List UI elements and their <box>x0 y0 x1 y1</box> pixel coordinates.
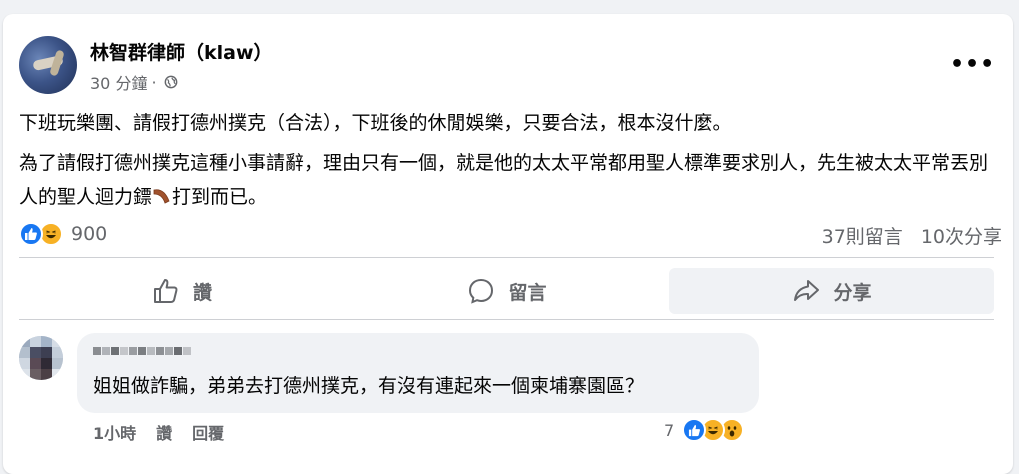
like-icon <box>19 222 43 246</box>
thumbs-up-icon <box>153 279 178 303</box>
share-button-label: 分享 <box>833 281 872 304</box>
comment-text: 姐姐做詐騙，弟弟去打德州撲克，有沒有連起來一個柬埔寨園區？ <box>93 375 645 397</box>
comment-button[interactable]: 留言 <box>344 268 669 314</box>
author-avatar[interactable] <box>19 36 77 94</box>
like-button[interactable]: 讚 <box>19 268 344 314</box>
post-paragraph-2-text-b: 打到而已。 <box>172 186 268 208</box>
comment-time[interactable]: 1小時 <box>93 420 136 444</box>
divider-top <box>19 257 994 258</box>
globe-icon[interactable] <box>164 75 178 89</box>
like-button-label: 讚 <box>192 281 212 304</box>
comment-actions: 1小時 讚 回覆 <box>93 420 224 444</box>
comment-bubble: 姐姐做詐騙，弟弟去打德州撲克，有沒有連起來一個柬埔寨園區？ <box>77 333 759 413</box>
reaction-count: 900 <box>71 223 108 245</box>
divider-bottom <box>19 319 994 320</box>
boomerang-icon <box>153 189 170 204</box>
comment-reactions[interactable]: 7 <box>664 418 745 442</box>
shares-count-link[interactable]: 10次分享 <box>921 222 1002 249</box>
like-icon <box>682 418 707 442</box>
comment-like-button[interactable]: 讚 <box>156 420 172 444</box>
more-options-icon[interactable]: ••• <box>950 52 995 77</box>
post-reactions[interactable]: 900 <box>19 222 107 246</box>
comment-button-label: 留言 <box>508 281 547 304</box>
share-arrow-icon <box>794 280 820 301</box>
commenter-name-redacted[interactable] <box>93 347 191 355</box>
comment-bubble-icon <box>469 278 494 304</box>
comment-reaction-count: 7 <box>664 420 675 440</box>
post-paragraph-2: 為了請假打德州撲克這種小事請辭，理由只有一個，就是他的太太平常都用聖人標準要求別… <box>19 146 1004 214</box>
author-name[interactable]: 林智群律師（klaw） <box>90 38 273 65</box>
comments-count-link[interactable]: 37則留言 <box>822 222 903 249</box>
meta-separator: · <box>151 72 157 92</box>
share-button[interactable]: 分享 <box>669 268 994 314</box>
post-stats: 37則留言 10次分享 <box>822 222 1002 249</box>
post-meta: 30 分鐘 · <box>90 70 178 94</box>
comment-reply-button[interactable]: 回覆 <box>192 420 224 444</box>
post-action-bar: 讚 留言 分享 <box>19 268 994 314</box>
post-time[interactable]: 30 分鐘 <box>90 70 147 94</box>
commenter-avatar[interactable] <box>19 336 63 380</box>
post-paragraph-1: 下班玩樂團、請假打德州撲克（合法），下班後的休閒娛樂，只要合法，根本沒什麼。 <box>19 112 732 134</box>
